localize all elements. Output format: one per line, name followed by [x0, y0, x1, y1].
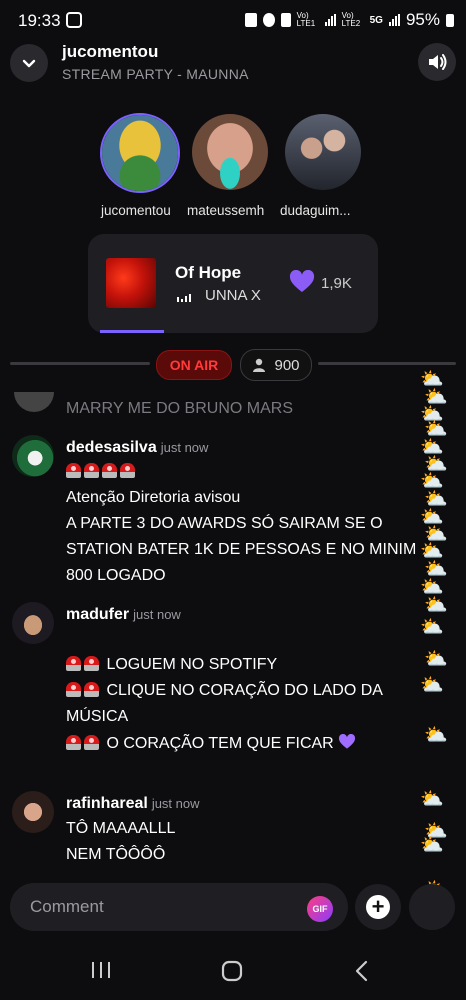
viewer-count: 900 [274, 356, 300, 374]
mute-icon [280, 13, 291, 27]
chat-timestamp: just now [151, 796, 200, 811]
chat-avatar-dedesasilva[interactable] [12, 435, 54, 477]
plus-icon: + [366, 895, 390, 919]
chat-line: MÚSICA [66, 708, 129, 725]
volume-button[interactable] [418, 43, 456, 81]
chat-avatar-madufer[interactable] [12, 602, 54, 644]
chat-line: LOGUEM NO SPOTIFY [106, 656, 278, 673]
system-nav-bar [0, 940, 466, 1000]
participant-avatar-3[interactable] [285, 114, 361, 190]
siren-icon [66, 735, 81, 750]
sun-behind-cloud-icon: ⛅ [420, 835, 444, 856]
sim2-label: Vo) LTE2 [341, 11, 361, 28]
chat-header-2: madufer just now [66, 606, 181, 624]
divider-left [10, 362, 150, 365]
chat-line: STATION BATER 1K DE PESSOAS E NO MINIM [66, 541, 417, 558]
chat-timestamp: just now [133, 607, 181, 622]
reaction-button[interactable] [409, 884, 455, 930]
chat-header-3: rafinhareal just now [66, 795, 200, 813]
battery-icon [446, 13, 454, 27]
chat-line-with-sirens: O CORAÇÃO TEM QUE FICAR [66, 733, 356, 753]
participant-avatar-2[interactable] [192, 114, 268, 190]
comment-placeholder: Comment [30, 897, 104, 916]
heart-like-icon[interactable] [289, 270, 315, 294]
chat-timestamp: just now [160, 440, 209, 455]
chat-line: NEM TÔÔÔÔ [66, 846, 166, 863]
add-button[interactable]: + [355, 884, 401, 930]
participant-name-2: mateussemh [187, 203, 265, 218]
sim1-label: Vo) LTE1 [296, 11, 316, 28]
participant-name-1: jucomentou [101, 203, 171, 218]
siren-icon [84, 463, 99, 478]
chat-line: Atenção Diretoria avisou [66, 489, 241, 506]
back-icon[interactable] [354, 960, 370, 982]
battery-level: 95% [405, 10, 440, 29]
gif-button[interactable]: GIF [307, 896, 333, 922]
chat-line: O CORAÇÃO TEM QUE FICAR [106, 735, 334, 752]
siren-icon [66, 463, 81, 478]
chat-line: CLIQUE NO CORAÇÃO DO LADO DA [106, 682, 383, 699]
host-name: jucomentou [62, 42, 159, 61]
instagram-icon [66, 12, 82, 28]
chat-line: TÔ MAAAALLL [66, 820, 176, 837]
siren-row [66, 463, 138, 481]
purple-heart-icon [339, 733, 356, 749]
song-artist: UNNA X [205, 287, 261, 304]
alarm-icon [262, 13, 275, 27]
siren-icon [66, 656, 81, 671]
chat-line: 800 LOGADO [66, 567, 166, 584]
sun-behind-cloud-icon: ⛅ [424, 649, 448, 670]
speaker-icon [429, 54, 447, 70]
status-bar: 19:33 Vo) LTE1 Vo) LTE2 5G 95% [0, 0, 466, 40]
sun-behind-cloud-icon: ⛅ [420, 675, 444, 696]
album-cover [106, 258, 156, 308]
chat-line-with-sirens: LOGUEM NO SPOTIFY [66, 656, 277, 674]
chat-username[interactable]: dedesasilva [66, 439, 157, 456]
chat-username[interactable]: rafinhareal [66, 795, 148, 812]
sun-behind-cloud-icon: ⛅ [420, 617, 444, 638]
viewer-count-badge[interactable]: 900 [240, 349, 312, 381]
siren-icon [84, 735, 99, 750]
sun-behind-cloud-icon: ⛅ [424, 595, 448, 616]
chat-line-with-sirens: CLIQUE NO CORAÇÃO DO LADO DA [66, 682, 383, 700]
chat-line: A PARTE 3 DO AWARDS SÓ SAIRAM SE O [66, 515, 383, 532]
sun-behind-cloud-icon: ⛅ [424, 725, 448, 746]
recent-apps-icon[interactable] [90, 960, 112, 980]
siren-icon [66, 682, 81, 697]
signal-bars-icon [324, 14, 336, 26]
network-label: 5G [369, 14, 383, 26]
chat-header-1: dedesasilva just now [66, 439, 208, 457]
divider-right [318, 362, 456, 365]
participant-name-3: dudaguim... [280, 203, 351, 218]
siren-icon [120, 463, 135, 478]
faded-avatar [14, 392, 54, 412]
song-title: Of Hope [175, 263, 242, 282]
chat-avatar-rafinhareal[interactable] [12, 791, 54, 833]
siren-icon [84, 656, 99, 671]
sun-behind-cloud-icon: ⛅ [420, 789, 444, 810]
siren-icon [84, 682, 99, 697]
collapse-button[interactable] [10, 44, 48, 82]
chevron-down-icon [22, 59, 36, 68]
person-icon [253, 358, 266, 372]
siren-icon [102, 463, 117, 478]
status-time: 19:33 [18, 11, 61, 30]
signal-bars-2-icon [388, 14, 400, 26]
participant-avatar-1[interactable] [100, 113, 180, 193]
equalizer-icon [177, 294, 191, 302]
faded-message: MARRY ME DO BRUNO MARS [66, 400, 293, 417]
chat-username[interactable]: madufer [66, 606, 129, 623]
playback-progress [100, 330, 164, 333]
on-air-badge: ON AIR [156, 350, 232, 380]
party-name: STREAM PARTY - MAUNNA [62, 66, 249, 82]
home-icon[interactable] [221, 960, 243, 982]
status-icons: Vo) LTE1 Vo) LTE2 5G 95% [244, 10, 454, 30]
lock-icon [244, 13, 257, 27]
like-count: 1,9K [321, 275, 352, 292]
